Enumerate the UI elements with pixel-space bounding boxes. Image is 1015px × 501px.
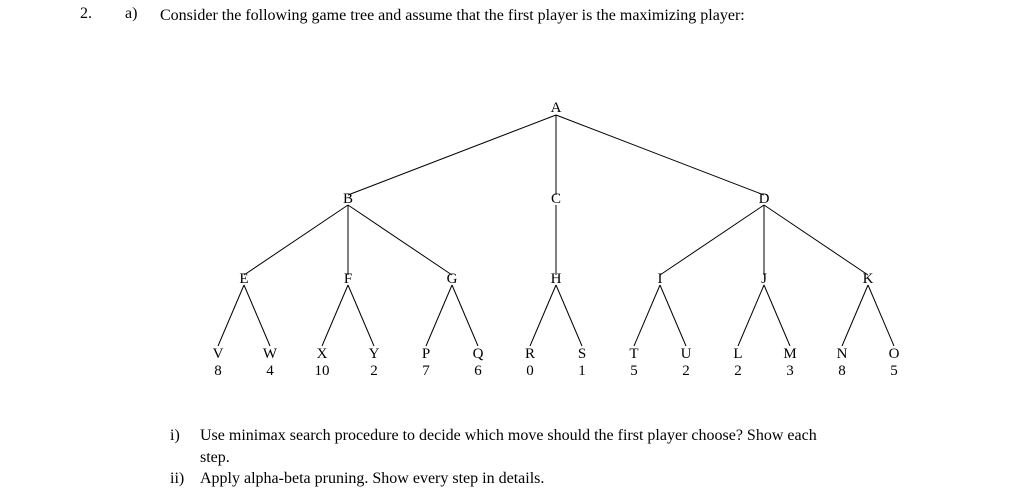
leaf-P-value: 7 [422, 363, 430, 379]
question-prompt: Consider the following game tree and ass… [160, 5, 745, 27]
leaf-T-value: 5 [630, 363, 638, 379]
edges-l3-leaves [218, 285, 894, 346]
subpart-i: i) Use minimax search procedure to decid… [170, 425, 970, 468]
leaf-M-label: M [783, 346, 796, 362]
node-D: D [759, 191, 770, 207]
question-header: 2. a) Consider the following game tree a… [80, 5, 980, 27]
leaf-N-label: N [837, 346, 848, 362]
leaf-Q-label: Q [473, 346, 484, 362]
leaf-R-label: R [525, 346, 535, 362]
leaf-L-value: 2 [734, 363, 742, 379]
leaf-S-label: S [578, 346, 586, 362]
leaf-Y-value: 2 [370, 363, 378, 379]
leaf-W-value: 4 [266, 363, 274, 379]
leaf-T-label: T [629, 346, 638, 362]
leaf-L-label: L [733, 346, 742, 362]
leaf-O-label: O [889, 346, 900, 362]
leaf-M-value: 3 [786, 363, 794, 379]
leaf-N-value: 8 [838, 363, 846, 379]
leaf-Y-label: Y [369, 346, 380, 362]
subpart-i-text: Use minimax search procedure to decide w… [200, 425, 820, 468]
node-J: J [761, 271, 767, 287]
node-I: I [658, 271, 663, 287]
node-G: G [447, 271, 458, 287]
leaf-W-label: W [263, 346, 278, 362]
leaf-P-label: P [422, 346, 430, 362]
node-H: H [551, 271, 562, 287]
node-A: A [551, 100, 562, 116]
subpart-ii-text: Apply alpha-beta pruning. Show every ste… [200, 468, 544, 490]
leaf-U-value: 2 [682, 363, 690, 379]
subpart-ii-marker: ii) [170, 468, 200, 490]
leaf-X-label: X [317, 346, 328, 362]
node-K: K [863, 271, 874, 287]
leaf-V-label: V [213, 346, 224, 362]
node-B: B [343, 191, 353, 207]
leaf-U-label: U [681, 346, 692, 362]
subpart-i-marker: i) [170, 425, 200, 447]
question-number: 2. [80, 5, 125, 23]
game-tree-svg: A B C D E F G H I J K V W X Y P Q R S [160, 90, 980, 410]
edges-l2-l3 [244, 205, 868, 275]
subpart-ii: ii) Apply alpha-beta pruning. Show every… [170, 468, 970, 490]
leaf-V-value: 8 [214, 363, 222, 379]
leaf-Q-value: 6 [474, 363, 482, 379]
node-C: C [551, 191, 561, 207]
question-part: a) [125, 5, 160, 23]
leaf-X-value: 10 [315, 363, 330, 379]
edges-l1-l2 [348, 115, 764, 195]
leaf-O-value: 5 [890, 363, 898, 379]
leaf-R-value: 0 [526, 363, 534, 379]
page: 2. a) Consider the following game tree a… [0, 0, 1015, 501]
leaf-S-value: 1 [578, 363, 586, 379]
subquestions: i) Use minimax search procedure to decid… [170, 425, 970, 490]
game-tree-figure: A B C D E F G H I J K V W X Y P Q R S [160, 90, 980, 410]
node-F: F [344, 271, 352, 287]
node-E: E [239, 271, 248, 287]
